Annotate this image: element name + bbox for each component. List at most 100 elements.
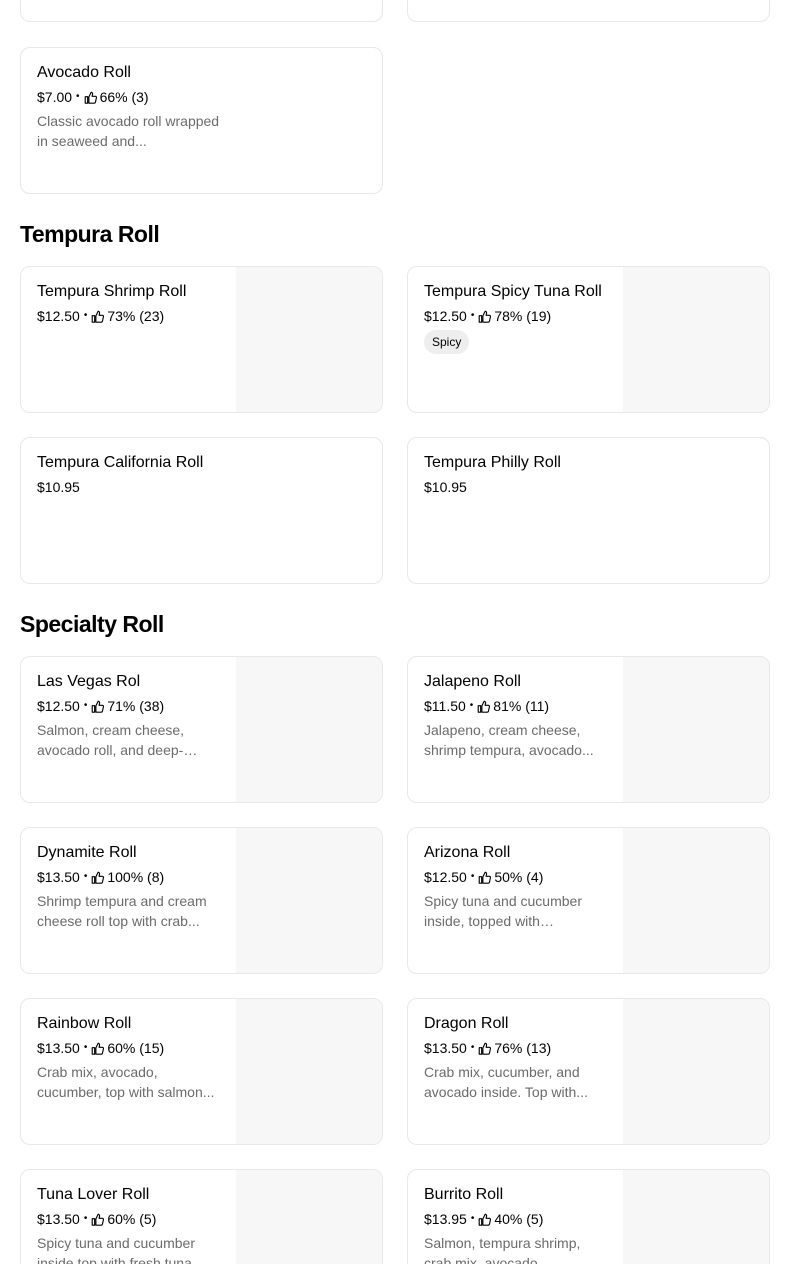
menu-item-name: Rainbow Roll [37, 1015, 132, 1032]
menu-item-image [623, 828, 769, 973]
menu-item-meta: $13.50 • 60% (15) [37, 1039, 221, 1057]
menu-item-meta: $12.50 • 78% (19) [424, 307, 608, 325]
menu-item-name: Dynamite Roll [37, 844, 137, 861]
menu-item-card[interactable]: Tempura Shrimp Roll $12.50 • 73% (23) [20, 266, 383, 413]
menu-item-price: $12.50 [424, 869, 467, 885]
menu-item-name: Tempura Spicy Tuna Roll [424, 283, 602, 300]
menu-item-card[interactable] [407, 0, 770, 22]
menu-item-card[interactable]: Dragon Roll $13.50 • 76% (13) Crab mix, … [407, 998, 770, 1145]
thumbs-up-icon [91, 1213, 105, 1226]
menu-item-price: $13.50 [424, 1040, 467, 1056]
menu-item-name: Tempura California Roll [37, 454, 204, 471]
menu-item-meta: $12.50 • 71% (38) [37, 697, 221, 715]
thumbs-up-icon [477, 700, 491, 713]
menu-item-card[interactable]: Rainbow Roll $13.50 • 60% (15) Crab mix,… [20, 998, 383, 1145]
menu-item-image [236, 657, 382, 802]
menu-item-card[interactable] [20, 0, 383, 22]
menu-item-meta: $10.95 [37, 478, 357, 496]
menu-item-meta: $13.50 • 100% (8) [37, 868, 221, 886]
menu-item-rating: 40% (5) [494, 1211, 544, 1227]
menu-item-image [236, 1170, 382, 1264]
menu-item-description: Crab mix, cucumber, and avocado inside. … [424, 1064, 588, 1100]
menu-item-name: Dragon Roll [424, 1015, 509, 1032]
menu-item-name: Tuna Lover Roll [37, 1186, 150, 1203]
menu-item-rating: 60% (15) [107, 1040, 165, 1056]
menu-item-price: $13.50 [37, 1211, 80, 1227]
thumbs-up-icon [91, 700, 105, 713]
section-title: Specialty Roll [20, 611, 164, 637]
separator-dot: • [83, 310, 88, 321]
menu-item-image [236, 267, 382, 412]
menu-item-card[interactable]: Dynamite Roll $13.50 • 100% (8) Shrimp t… [20, 827, 383, 974]
menu-item-image [623, 267, 769, 412]
thumbs-up-icon [478, 1042, 492, 1055]
menu-item-meta: $13.95 • 40% (5) [424, 1210, 608, 1228]
menu-item-card[interactable]: Tempura California Roll $10.95 [20, 437, 383, 584]
menu-item-name: Tempura Philly Roll [424, 454, 561, 471]
menu-item-rating: 50% (4) [494, 869, 544, 885]
menu-item-card[interactable]: Arizona Roll $12.50 • 50% (4) Spicy tuna… [407, 827, 770, 974]
menu-item-card[interactable]: Tempura Spicy Tuna Roll $12.50 • 78% (19… [407, 266, 770, 413]
separator-dot: • [83, 700, 88, 711]
menu-item-description: Spicy tuna and cucumber inside top with … [37, 1235, 204, 1264]
menu-item-card[interactable]: Las Vegas Rol $12.50 • 71% (38) Salmon, … [20, 656, 383, 803]
menu-item-name: Burrito Roll [424, 1186, 504, 1203]
section-title: Tempura Roll [20, 221, 160, 247]
menu-item-price: $13.50 [37, 1040, 80, 1056]
menu-item-rating: 100% (8) [107, 869, 165, 885]
menu-item-meta: $10.95 [424, 478, 744, 496]
menu-item-rating: 76% (13) [494, 1040, 552, 1056]
menu-item-rating: 81% (11) [493, 698, 550, 714]
menu-item-name: Las Vegas Rol [37, 673, 141, 690]
thumbs-up-icon [478, 310, 492, 323]
menu-item-price: $13.95 [424, 1211, 467, 1227]
menu-item-description: Salmon, tempura shrimp, crab mix, avocad… [424, 1235, 581, 1264]
thumbs-up-icon [91, 871, 105, 884]
menu-item-image [623, 1170, 769, 1264]
menu-item-card[interactable]: Jalapeno Roll $11.50 • 81% (11) Jalapeno… [407, 656, 770, 803]
menu-item-description: Crab mix, avocado, cucumber, top with sa… [37, 1064, 215, 1100]
menu-item-rating: 66% (3) [99, 89, 149, 105]
menu-item-description: Spicy tuna and cucumber inside, topped w… [424, 893, 582, 929]
menu-item-meta: $13.50 • 76% (13) [424, 1039, 608, 1057]
separator-dot: • [470, 871, 475, 882]
menu-page: Avocado Roll $7.00 • 66% (3) Classic avo… [0, 0, 804, 1264]
menu-item-description: Salmon, cream cheese, avocado roll, and … [37, 722, 185, 758]
menu-item-image [236, 828, 382, 973]
menu-item-description: Classic avocado roll wrapped in seaweed … [37, 113, 220, 149]
menu-item-description: Jalapeno, cream cheese, shrimp tempura, … [424, 722, 594, 758]
spicy-tag: Spicy [424, 330, 470, 354]
menu-item-price: $7.00 [37, 89, 73, 105]
menu-item-card[interactable]: Avocado Roll $7.00 • 66% (3) Classic avo… [20, 47, 383, 194]
menu-item-name: Avocado Roll [37, 64, 131, 81]
menu-item-price: $13.50 [37, 869, 80, 885]
menu-item-meta: $12.50 • 50% (4) [424, 868, 608, 886]
menu-item-price: $12.50 [37, 308, 80, 324]
menu-item-meta: $7.00 • 66% (3) [37, 88, 357, 106]
menu-item-card[interactable]: Tuna Lover Roll $13.50 • 60% (5) Spicy t… [20, 1169, 383, 1264]
menu-item-price: $12.50 [37, 698, 80, 714]
separator-dot: • [83, 1213, 88, 1224]
thumbs-up-icon [91, 1042, 105, 1055]
menu-item-card[interactable]: Burrito Roll $13.95 • 40% (5) Salmon, te… [407, 1169, 770, 1264]
menu-item-name: Tempura Shrimp Roll [37, 283, 187, 300]
menu-item-rating: 71% (38) [107, 698, 165, 714]
separator-dot: • [470, 1213, 475, 1224]
menu-item-name: Jalapeno Roll [424, 673, 521, 690]
menu-item-rating: 73% (23) [107, 308, 165, 324]
menu-item-price: $10.95 [424, 479, 467, 495]
separator-dot: • [470, 1042, 475, 1053]
thumbs-up-icon [91, 310, 105, 323]
menu-item-price: $12.50 [424, 308, 467, 324]
menu-item-rating: 60% (5) [107, 1211, 157, 1227]
menu-item-description: Shrimp tempura and cream cheese roll top… [37, 893, 207, 929]
menu-item-name: Arizona Roll [424, 844, 511, 861]
separator-dot: • [83, 1042, 88, 1053]
menu-item-price: $10.95 [37, 479, 80, 495]
separator-dot: • [83, 871, 88, 882]
thumbs-up-icon [478, 871, 492, 884]
menu-item-image [236, 999, 382, 1144]
thumbs-up-icon [84, 91, 97, 104]
menu-item-rating: 78% (19) [494, 308, 552, 324]
menu-item-card[interactable]: Tempura Philly Roll $10.95 [407, 437, 770, 584]
